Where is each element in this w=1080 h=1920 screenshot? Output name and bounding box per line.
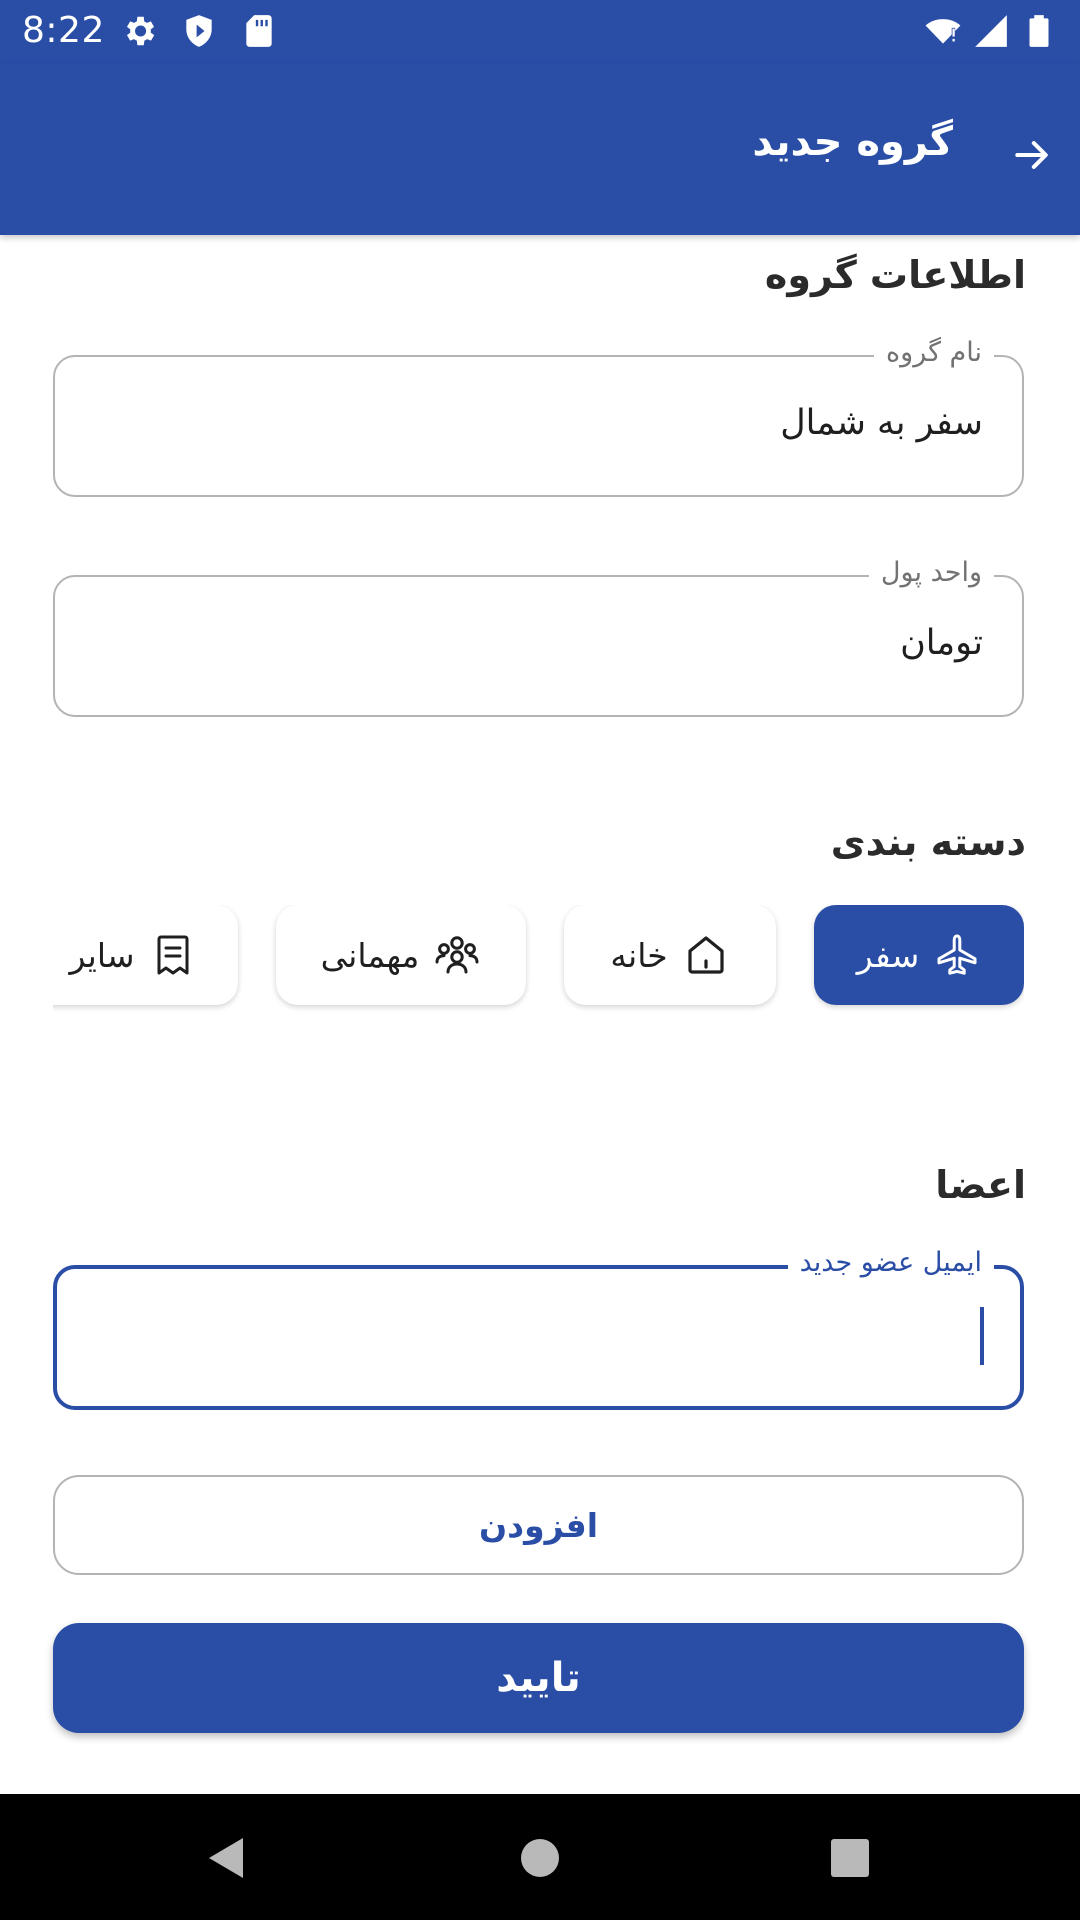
airplane-icon [937,934,977,975]
page-title: گروه جدید [752,119,953,165]
circle-home-icon [521,1839,559,1877]
category-title: دسته بندی [830,820,1026,864]
chip-other[interactable]: سایر [53,905,238,1005]
nav-home-button[interactable] [510,1828,570,1888]
home-icon [688,936,724,974]
confirm-button[interactable]: تایید [53,1623,1024,1733]
currency-field[interactable]: واحد پول تومان [53,553,1024,717]
status-bar: 8:22 [0,0,1080,63]
member-email-field[interactable]: ایمیل عضو جدید [53,1243,1024,1410]
category-chips: سفر خانه مهمانی سایر [53,905,1024,1035]
group-name-label: نام گروه [874,333,994,373]
group-name-value: سفر به شمال [780,403,983,443]
settings-icon [126,16,155,46]
nav-back-button[interactable] [195,1828,255,1888]
nav-recents-button[interactable] [820,1828,880,1888]
people-icon [435,936,479,974]
sd-card-icon [246,15,272,47]
group-name-field[interactable]: نام گروه سفر به شمال [53,333,1024,497]
arrow-right-icon [1015,141,1048,169]
back-button[interactable] [1002,125,1062,185]
text-caret [980,1307,984,1365]
chip-home-label: خانه [610,935,668,975]
chip-travel[interactable]: سفر [814,905,1024,1005]
receipt-icon [157,935,189,975]
currency-label: واحد پول [868,553,994,593]
chip-travel-label: سفر [856,935,920,975]
shield-icon [186,15,212,47]
triangle-back-icon [209,1838,243,1878]
wifi-icon [925,19,961,44]
member-email-label: ایمیل عضو جدید [787,1243,994,1283]
signal-icon [975,15,1007,47]
app-bar: گروه جدید [0,63,1080,235]
group-info-title: اطلاعات گروه [764,253,1026,297]
members-title: اعضا [935,1163,1026,1207]
currency-value: تومان [900,623,983,663]
battery-icon [1029,15,1049,47]
add-member-button[interactable]: افزودن [53,1475,1024,1575]
chip-other-label: سایر [69,935,135,975]
system-nav-bar [0,1794,1080,1920]
square-recents-icon [831,1839,869,1877]
chip-party-label: مهمانی [320,935,420,975]
new-group-form: اطلاعات گروه نام گروه سفر به شمال واحد پ… [0,235,1080,1795]
chip-party[interactable]: مهمانی [276,905,526,1005]
status-time: 8:22 [22,10,105,51]
chip-home[interactable]: خانه [564,905,776,1005]
